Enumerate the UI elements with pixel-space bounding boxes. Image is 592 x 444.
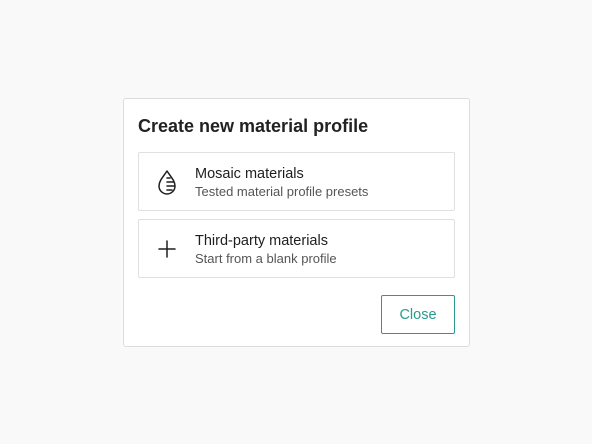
option-description: Tested material profile presets	[195, 184, 369, 199]
option-label: Third-party materials	[195, 233, 328, 249]
close-button[interactable]: Close	[381, 295, 455, 334]
material-drop-icon	[155, 169, 179, 195]
create-material-profile-dialog: Create new material profile Mosaic mater…	[123, 98, 470, 347]
option-third-party-materials[interactable]: Third-party materials Start from a blank…	[138, 219, 455, 278]
plus-icon	[155, 236, 179, 262]
option-label: Mosaic materials	[195, 166, 304, 182]
dialog-title: Create new material profile	[138, 116, 369, 136]
option-description: Start from a blank profile	[195, 251, 337, 266]
option-mosaic-materials[interactable]: Mosaic materials Tested material profile…	[138, 152, 455, 211]
